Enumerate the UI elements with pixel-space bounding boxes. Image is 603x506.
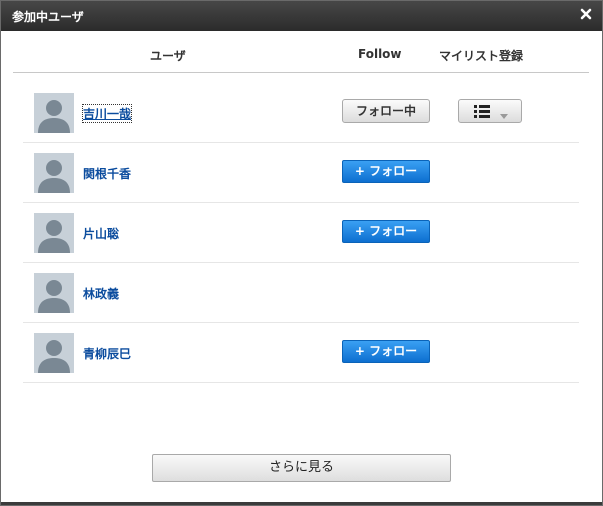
table-row: 青柳辰巳 + フォロー: [23, 323, 579, 383]
column-header-user: ユーザ: [150, 49, 186, 63]
user-name-link[interactable]: 青柳辰巳: [83, 345, 131, 362]
follow-button[interactable]: + フォロー: [342, 160, 430, 183]
chevron-down-icon: [500, 109, 508, 123]
user-name-link[interactable]: 片山聡: [83, 225, 119, 242]
avatar[interactable]: [34, 333, 74, 373]
list-menu-icon: [474, 105, 490, 121]
table-row: 吉川一哉 フォロー中: [23, 83, 579, 143]
table-row: 関根千香 + フォロー: [23, 143, 579, 203]
close-icon[interactable]: [579, 7, 593, 21]
mylist-dropdown-button[interactable]: [458, 99, 522, 123]
following-button[interactable]: フォロー中: [342, 99, 430, 123]
follow-button[interactable]: + フォロー: [342, 220, 430, 243]
table-row: 林政義: [23, 263, 579, 323]
show-more-button[interactable]: さらに見る: [152, 454, 451, 482]
table-row: 片山聡 + フォロー: [23, 203, 579, 263]
table-header: ユーザ Follow マイリスト登録: [13, 31, 589, 73]
participants-dialog: 参加中ユーザ ユーザ Follow マイリスト登録 吉川一哉 フォロー中 関根千…: [0, 0, 603, 506]
column-header-mylist: マイリスト登録: [439, 49, 524, 63]
column-header-follow: Follow: [358, 47, 402, 61]
dialog-bottom-border: [1, 502, 602, 505]
user-name-link[interactable]: 吉川一哉: [81, 104, 133, 123]
avatar[interactable]: [34, 153, 74, 193]
user-name-link[interactable]: 関根千香: [83, 165, 131, 182]
user-name-link[interactable]: 林政義: [83, 285, 119, 302]
avatar[interactable]: [34, 93, 74, 133]
dialog-titlebar: 参加中ユーザ: [1, 1, 602, 31]
dialog-title: 参加中ユーザ: [12, 10, 84, 24]
follow-button[interactable]: + フォロー: [342, 340, 430, 363]
avatar[interactable]: [34, 273, 74, 313]
avatar[interactable]: [34, 213, 74, 253]
